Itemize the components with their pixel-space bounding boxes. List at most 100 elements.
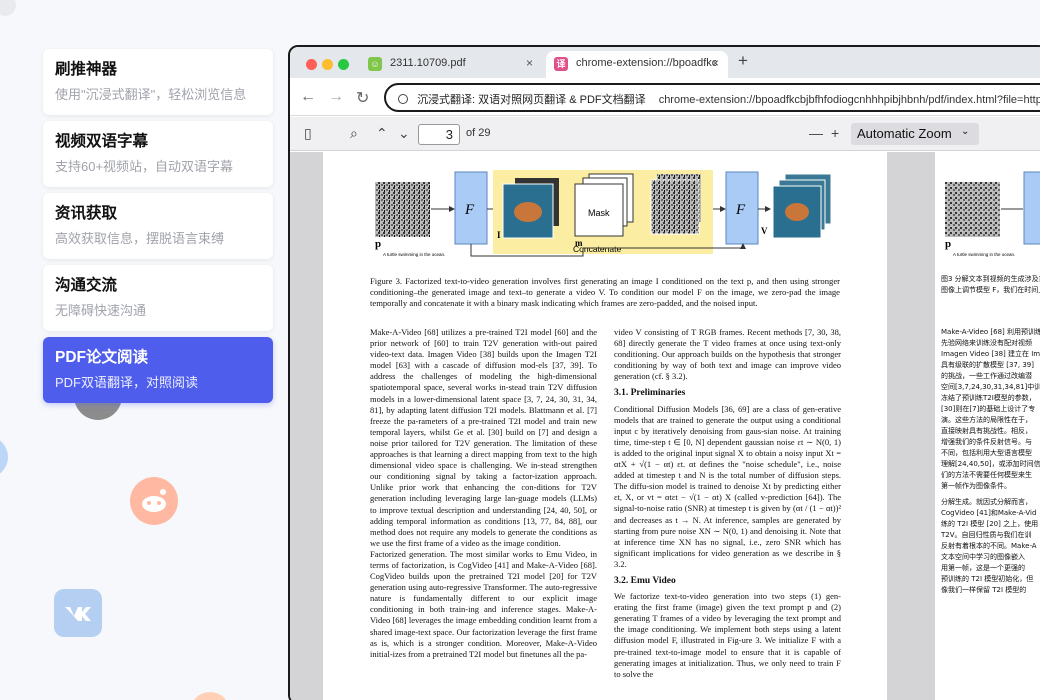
translated-pdf-page: p A turtle swimming in the ocean. 图3 分解文… bbox=[935, 152, 1040, 700]
model-symbol: F bbox=[735, 202, 746, 218]
feature-card-news[interactable]: 资讯获取 高效获取信息，摆脱语言束缚 bbox=[43, 193, 273, 259]
sidebar-toggle-icon[interactable]: ▯ bbox=[304, 125, 312, 142]
text-column-right: video V consisting of T RGB frames. Rece… bbox=[614, 327, 841, 680]
tab-pdf-file[interactable]: ☺ 2311.10709.pdf × bbox=[360, 51, 542, 78]
feature-card-desc: 高效获取信息，摆脱语言束缚 bbox=[55, 231, 225, 246]
page-number-input[interactable]: 3 bbox=[418, 124, 460, 145]
translated-line: 像我们一样保留 T2I 模型的 bbox=[941, 586, 1027, 594]
translated-line: CogVideo [41]和Make-A-Vid bbox=[941, 509, 1037, 517]
window-close-button[interactable] bbox=[306, 59, 317, 70]
prompt-text: A turtle swimming in the ocean. bbox=[383, 252, 445, 257]
browser-window: ☺ 2311.10709.pdf × 译 chrome-extension://… bbox=[288, 45, 1040, 700]
chevron-down-icon: ⌄ bbox=[961, 126, 970, 137]
translated-caption-line: 图像上调节模型 F，我们在时间上 bbox=[941, 286, 1040, 294]
image-label: I bbox=[497, 230, 501, 240]
noise-input-image bbox=[375, 182, 430, 237]
vk-icon bbox=[54, 589, 102, 637]
back-arrow-icon[interactable]: ← bbox=[300, 88, 316, 106]
translated-caption-line: 图3 分解文本到视频的生成涉及首先 bbox=[941, 275, 1040, 283]
translated-line: 的挑战，一些工作通过改编潜 bbox=[941, 372, 1032, 380]
reddit-icon bbox=[130, 477, 178, 525]
pdf-page: p A turtle swimming in the ocean. F I Ma… bbox=[323, 152, 887, 700]
feature-card-title: 资讯获取 bbox=[55, 205, 118, 222]
prompt-label: p bbox=[375, 238, 381, 250]
next-page-icon[interactable]: ⌄ bbox=[398, 125, 410, 142]
translated-line: 具有级联的扩散模型 [37, 39] bbox=[941, 361, 1034, 369]
translated-line: 们的方法不需要任何模型来生 bbox=[941, 471, 1032, 479]
translated-prompt-text: A turtle swimming in the ocean. bbox=[953, 252, 1015, 257]
translated-line: 预训练的 T2I 模型初始化，但 bbox=[941, 575, 1034, 583]
tab-close-icon[interactable]: × bbox=[526, 56, 533, 70]
translated-line: 反射有着根本的不同。Make-A bbox=[941, 542, 1037, 550]
feature-card-title: PDF论文阅读 bbox=[55, 349, 149, 366]
previous-page-icon[interactable]: ⌃ bbox=[376, 125, 388, 142]
feature-card-desc: 无障碍快速沟通 bbox=[55, 303, 147, 318]
feature-card-title: 沟通交流 bbox=[55, 277, 118, 294]
model-symbol: F bbox=[464, 202, 475, 218]
pdf-toolbar: ▯ ⌕ ⌃ ⌄ 3 of 29 — + Automatic Zoom ⌄ bbox=[290, 117, 1040, 151]
translated-line: 演。这些方法的局限性在于， bbox=[941, 416, 1032, 424]
window-minimize-button[interactable] bbox=[322, 59, 333, 70]
new-tab-button[interactable]: + bbox=[738, 51, 748, 71]
zoom-out-button[interactable]: — bbox=[809, 125, 823, 141]
tab-label: chrome-extension://bpoadfkc bbox=[576, 57, 718, 69]
translated-line: 冻结了预训练T2I模型的参数， bbox=[941, 394, 1036, 402]
pdf-viewer: p A turtle swimming in the ocean. F I Ma… bbox=[290, 152, 1040, 700]
concatenate-label: Concatenate bbox=[573, 244, 621, 254]
translated-line: [30]则在[7]的基础上设计了专 bbox=[941, 405, 1036, 413]
paragraph: We factorize text-to-video generation in… bbox=[614, 591, 841, 679]
feature-card-communication[interactable]: 沟通交流 无障碍快速沟通 bbox=[43, 265, 273, 331]
translated-line: 分解生成。就因式分解而言， bbox=[941, 498, 1032, 506]
navigation-bar: ← → ↻ 沉浸式翻译: 双语对照网页翻译 & PDF文档翻译 chrome-e… bbox=[290, 78, 1040, 116]
paragraph: Make-A-Video [68] utilizes a pre-trained… bbox=[370, 327, 597, 548]
translated-line: 增强我们的条件反射信号。与 bbox=[941, 438, 1032, 446]
translated-figure-diagram: p A turtle swimming in the ocean. bbox=[945, 171, 1040, 257]
feature-card-desc: 支持60+视频站，自动双语字幕 bbox=[55, 159, 234, 174]
zoom-select[interactable]: Automatic Zoom ⌄ bbox=[851, 123, 979, 145]
feature-card-desc: 使用"沉浸式翻译"，轻松浏览信息 bbox=[55, 87, 247, 102]
translated-line: 练的 T2I 模型 [20] 之上，使用 bbox=[941, 520, 1039, 528]
translated-line: 文本空间中学习的图像嵌入 bbox=[941, 553, 1025, 561]
video-label: V bbox=[761, 226, 768, 236]
address-site-label: 沉浸式翻译: 双语对照网页翻译 & PDF文档翻译 bbox=[417, 94, 646, 106]
translated-line: Make-A-Video [68] 利用预训练 bbox=[941, 328, 1040, 336]
page-count: of 29 bbox=[466, 127, 491, 139]
search-icon[interactable]: ⌕ bbox=[350, 125, 358, 142]
forward-arrow-icon[interactable]: → bbox=[328, 88, 344, 106]
tab-close-icon[interactable]: × bbox=[712, 56, 719, 70]
translated-line: Imagen Video [38] 建立在 Ima bbox=[941, 350, 1040, 358]
paragraph: Conditional Diffusion Models [36, 69] ar… bbox=[614, 403, 841, 569]
translated-line: 先验网络来训练没有配对视频 bbox=[941, 339, 1032, 347]
feature-card-tweets[interactable]: 刷推神器 使用"沉浸式翻译"，轻松浏览信息 bbox=[43, 49, 273, 115]
feature-card-title: 视频双语字幕 bbox=[55, 133, 149, 150]
tab-label: 2311.10709.pdf bbox=[390, 57, 466, 69]
feature-card-pdf-reading[interactable]: PDF论文阅读 PDF双语翻译，对照阅读 bbox=[43, 337, 273, 403]
paragraph: video V consisting of T RGB frames. Rece… bbox=[614, 327, 841, 382]
extension-icon bbox=[398, 94, 408, 104]
top-left-logo-icon bbox=[0, 0, 16, 16]
translated-line: 用第一帧，这是一个更强的 bbox=[941, 564, 1025, 572]
figure-diagram: p A turtle swimming in the ocean. F I Ma… bbox=[375, 170, 832, 257]
feature-card-video-subtitles[interactable]: 视频双语字幕 支持60+视频站，自动双语字幕 bbox=[43, 121, 273, 187]
address-url[interactable]: chrome-extension://bpoadfkcbjbfhfodiogcn… bbox=[659, 94, 1040, 106]
feature-card-desc: PDF双语翻译，对照阅读 bbox=[55, 375, 199, 390]
reload-icon[interactable]: ↻ bbox=[356, 88, 369, 108]
section-heading: 3.1. Preliminaries bbox=[614, 388, 686, 399]
feature-card-title: 刷推神器 bbox=[55, 61, 118, 78]
translated-line: 理解[24,40,50]，或添加时间信 bbox=[941, 460, 1040, 468]
paragraph: Factorized generation. The most similar … bbox=[370, 548, 597, 659]
window-maximize-button[interactable] bbox=[338, 59, 349, 70]
zoom-in-button[interactable]: + bbox=[831, 125, 839, 141]
pdf-favicon-icon: ☺ bbox=[368, 57, 382, 71]
tab-strip: ☺ 2311.10709.pdf × 译 chrome-extension://… bbox=[290, 47, 1040, 78]
address-bar[interactable]: 沉浸式翻译: 双语对照网页翻译 & PDF文档翻译 chrome-extensi… bbox=[384, 83, 1040, 112]
translated-prompt-label: p bbox=[945, 238, 951, 250]
blue-circle-icon bbox=[0, 436, 8, 478]
tab-extension[interactable]: 译 chrome-extension://bpoadfkc × bbox=[546, 51, 728, 78]
feature-card-list: 刷推神器 使用"沉浸式翻译"，轻松浏览信息 视频双语字幕 支持60+视频站，自动… bbox=[43, 49, 273, 409]
translate-favicon-icon: 译 bbox=[554, 57, 568, 71]
mask-label: Mask bbox=[588, 208, 610, 218]
figure-caption: Figure 3. Factorized text-to-video gener… bbox=[370, 276, 840, 308]
section-heading: 3.2. Emu Video bbox=[614, 575, 676, 586]
zoom-level: Automatic Zoom bbox=[857, 126, 952, 141]
